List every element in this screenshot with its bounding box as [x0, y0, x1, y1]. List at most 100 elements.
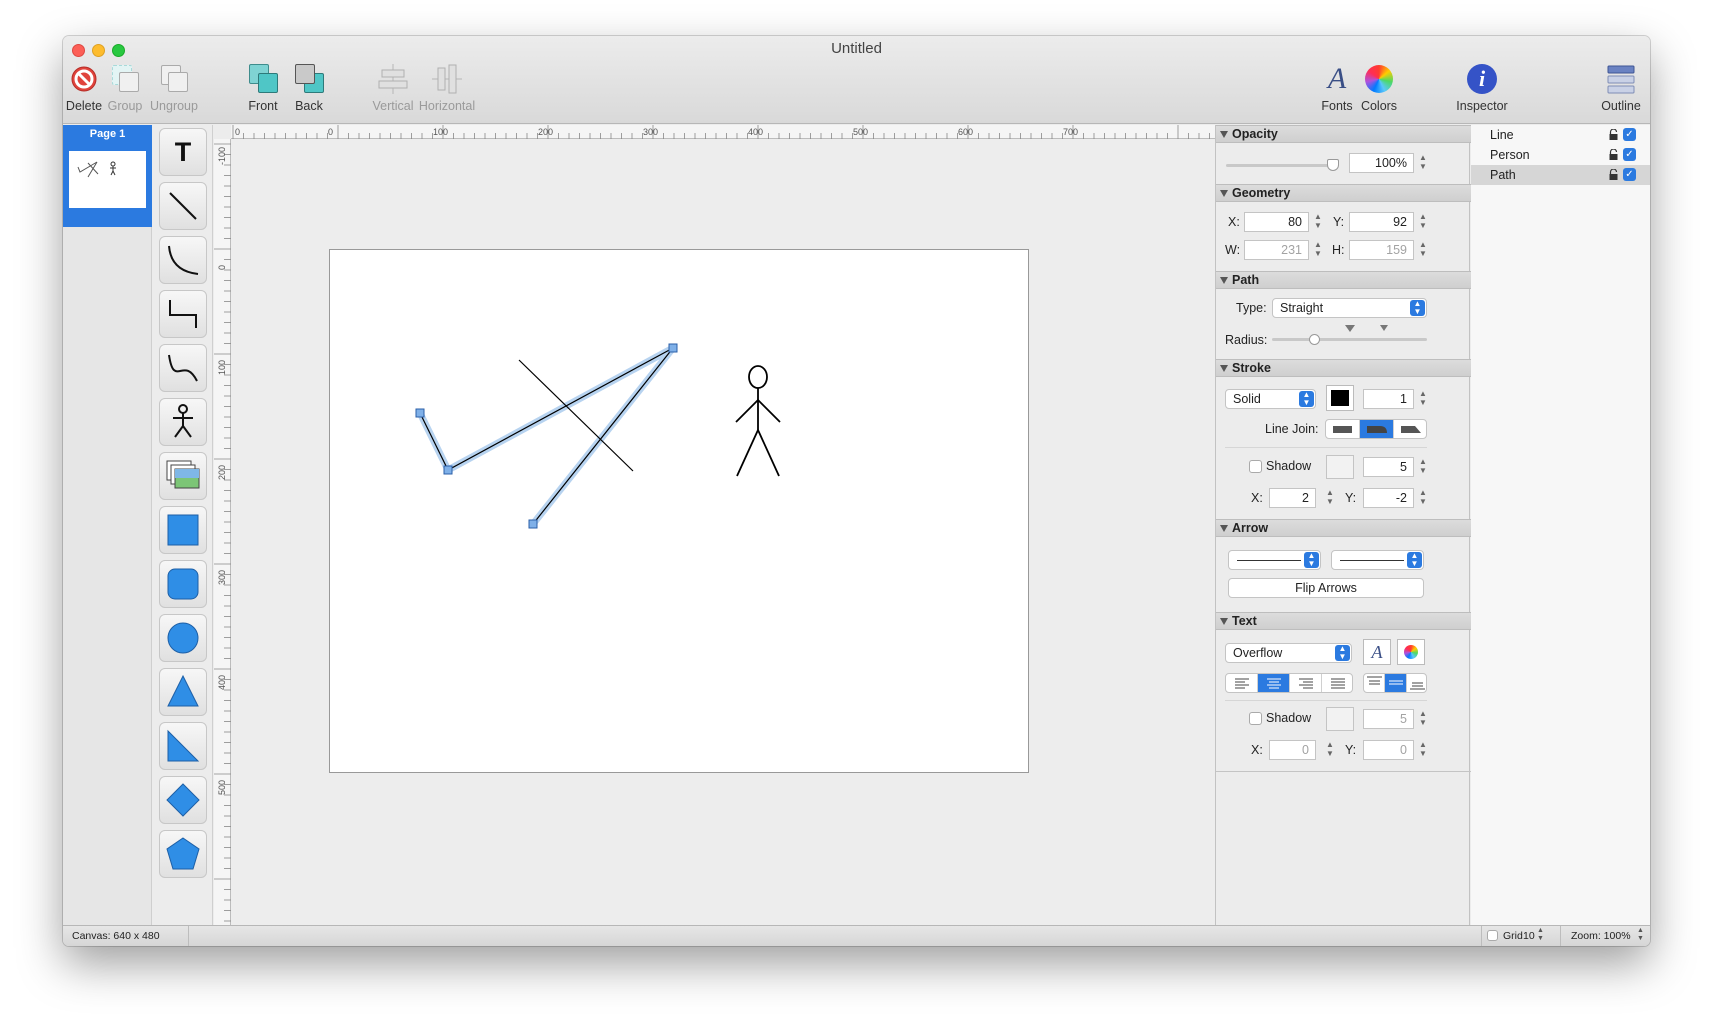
path-section-header[interactable]: Path — [1216, 271, 1471, 289]
drawing-canvas[interactable] — [329, 249, 1029, 773]
align-right-option[interactable] — [1290, 674, 1322, 692]
path-handle[interactable] — [443, 465, 453, 475]
round-join-option[interactable] — [1360, 420, 1394, 438]
line-join-selector[interactable] — [1325, 419, 1427, 439]
stroke-width-field[interactable]: 1 — [1363, 389, 1414, 409]
inspector-button[interactable]: i Inspector — [1444, 62, 1520, 120]
y-field[interactable]: 92 — [1349, 212, 1414, 232]
text-overflow-select[interactable]: Overflow ▲ ▼ — [1225, 643, 1352, 663]
align-left-option[interactable] — [1226, 674, 1258, 692]
shadow-x-field[interactable]: 2 — [1269, 488, 1316, 508]
geometry-section-header[interactable]: Geometry — [1216, 184, 1471, 202]
zoom-stepper[interactable]: ▲ ▼ — [1637, 927, 1644, 943]
visible-checkbox[interactable]: ✓ — [1623, 168, 1636, 181]
circle-tool[interactable] — [159, 614, 207, 662]
arrow-section-header[interactable]: Arrow — [1216, 519, 1471, 537]
zoom-label[interactable]: Zoom: 100% — [1571, 930, 1631, 942]
pentagon-tool[interactable] — [159, 830, 207, 878]
send-to-back-button[interactable]: Back — [276, 62, 342, 120]
text-font-button[interactable]: A — [1363, 639, 1391, 665]
outline-item-person[interactable]: Person ✓ — [1471, 145, 1650, 165]
text-shadow-x-field[interactable]: 0 — [1269, 740, 1316, 760]
align-center-option[interactable] — [1258, 674, 1290, 692]
path-handle[interactable] — [528, 519, 538, 529]
curve-tool[interactable] — [159, 236, 207, 284]
bevel-join-option[interactable] — [1394, 420, 1426, 438]
text-shadow-color-well[interactable] — [1326, 707, 1354, 731]
stroke-style-select[interactable]: Solid ▲ ▼ — [1225, 389, 1316, 409]
colors-button[interactable]: Colors — [1346, 62, 1412, 120]
arrow-end-select[interactable]: ▲ ▼ — [1331, 550, 1424, 570]
width-stepper[interactable]: ▲ ▼ — [1313, 240, 1323, 260]
valign-top-option[interactable] — [1364, 674, 1385, 692]
stroke-width-stepper[interactable]: ▲ ▼ — [1418, 389, 1428, 409]
height-field[interactable]: 159 — [1349, 240, 1414, 260]
opacity-stepper[interactable]: ▲ ▼ — [1418, 153, 1428, 173]
rounded-rectangle-tool[interactable] — [159, 560, 207, 608]
line-tool[interactable] — [159, 182, 207, 230]
text-shadow-blur-field[interactable]: 5 — [1363, 709, 1414, 729]
outline-button[interactable]: Outline — [1593, 62, 1649, 120]
arrow-start-select[interactable]: ▲ ▼ — [1228, 550, 1321, 570]
outline-item-path[interactable]: Path ✓ — [1471, 165, 1650, 185]
lock-icon[interactable] — [1609, 169, 1618, 180]
path-handle[interactable] — [668, 343, 678, 353]
x-stepper[interactable]: ▲ ▼ — [1313, 212, 1323, 232]
lock-icon[interactable] — [1609, 129, 1618, 140]
shadow-y-stepper[interactable]: ▲ ▼ — [1418, 488, 1428, 508]
opacity-slider-knob[interactable] — [1327, 159, 1339, 171]
x-field[interactable]: 80 — [1244, 212, 1309, 232]
rectangle-tool[interactable] — [159, 506, 207, 554]
text-shadow-checkbox[interactable] — [1249, 712, 1262, 725]
ungroup-button[interactable]: Ungroup — [141, 62, 207, 120]
canvas-area[interactable] — [231, 139, 1215, 925]
stroke-color-well[interactable] — [1326, 385, 1354, 411]
miter-join-option[interactable] — [1326, 420, 1360, 438]
stroke-shadow-blur-field[interactable]: 5 — [1363, 457, 1414, 477]
opacity-slider[interactable] — [1226, 159, 1339, 173]
text-alignment-selector[interactable] — [1225, 673, 1353, 693]
stroke-shadow-checkbox[interactable] — [1249, 460, 1262, 473]
outline-item-line[interactable]: Line ✓ — [1471, 125, 1650, 145]
visible-checkbox[interactable]: ✓ — [1623, 148, 1636, 161]
text-shadow-y-stepper[interactable]: ▲ ▼ — [1418, 740, 1428, 760]
shadow-x-stepper[interactable]: ▲ ▼ — [1325, 488, 1335, 508]
radius-slider-knob[interactable] — [1309, 334, 1320, 345]
grid-size-stepper[interactable]: ▲ ▼ — [1537, 927, 1544, 943]
stroke-shadow-blur-stepper[interactable]: ▲ ▼ — [1418, 457, 1428, 477]
path-shape[interactable] — [419, 347, 674, 525]
flip-arrows-button[interactable]: Flip Arrows — [1228, 578, 1424, 598]
diamond-tool[interactable] — [159, 776, 207, 824]
lock-icon[interactable] — [1609, 149, 1618, 160]
text-section-header[interactable]: Text — [1216, 612, 1471, 630]
align-horizontal-button[interactable]: Horizontal — [414, 62, 480, 120]
vertical-alignment-selector[interactable] — [1363, 673, 1427, 693]
text-shadow-x-stepper[interactable]: ▲ ▼ — [1325, 740, 1335, 760]
text-shadow-blur-stepper[interactable]: ▲ ▼ — [1418, 709, 1428, 729]
y-stepper[interactable]: ▲ ▼ — [1418, 212, 1428, 232]
right-triangle-tool[interactable] — [159, 722, 207, 770]
opacity-section-header[interactable]: Opacity — [1216, 125, 1471, 143]
stroke-shadow-color-well[interactable] — [1326, 455, 1354, 479]
image-tool[interactable] — [159, 452, 207, 500]
height-stepper[interactable]: ▲ ▼ — [1418, 240, 1428, 260]
bezier-tool[interactable] — [159, 344, 207, 392]
text-color-button[interactable] — [1397, 639, 1425, 665]
visible-checkbox[interactable]: ✓ — [1623, 128, 1636, 141]
person-shape[interactable] — [735, 365, 781, 477]
valign-middle-option[interactable] — [1385, 674, 1407, 692]
elbow-tool[interactable] — [159, 290, 207, 338]
grid-size-value[interactable]: 10 — [1523, 930, 1535, 942]
path-type-select[interactable]: Straight ▲ ▼ — [1272, 298, 1427, 318]
valign-bottom-option[interactable] — [1407, 674, 1426, 692]
radius-slider[interactable] — [1272, 325, 1427, 345]
width-field[interactable]: 231 — [1244, 240, 1309, 260]
opacity-field[interactable]: 100% — [1349, 153, 1414, 173]
text-shadow-y-field[interactable]: 0 — [1363, 740, 1414, 760]
page-item-1[interactable]: Page 1 — [63, 125, 152, 227]
text-tool[interactable]: T — [159, 128, 207, 176]
shadow-y-field[interactable]: -2 — [1363, 488, 1414, 508]
grid-checkbox[interactable] — [1487, 930, 1498, 941]
person-tool[interactable] — [159, 398, 207, 446]
stroke-section-header[interactable]: Stroke — [1216, 359, 1471, 377]
